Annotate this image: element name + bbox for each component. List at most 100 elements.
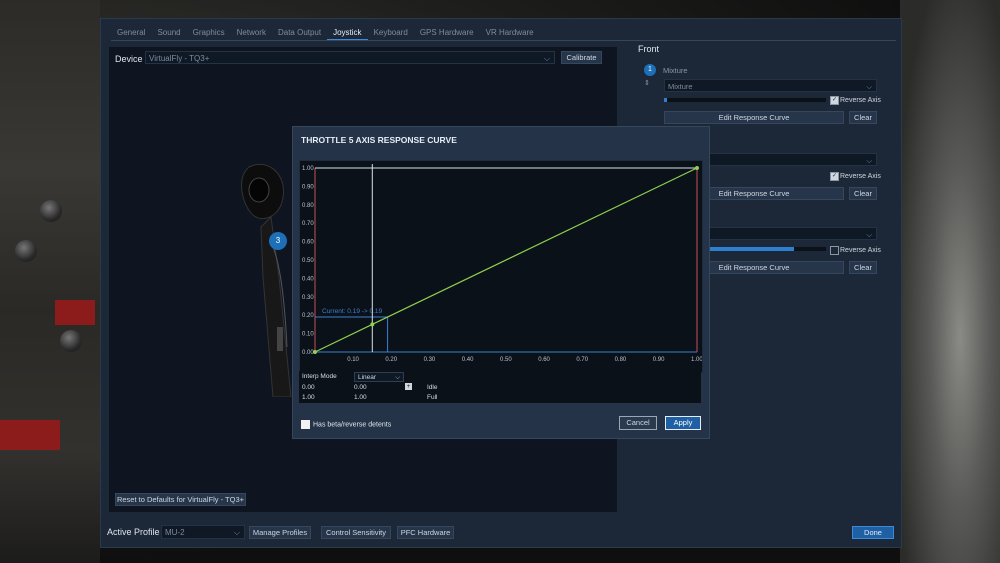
tab-data-output[interactable]: Data Output <box>272 26 327 40</box>
x-tick-label: 0.60 <box>538 357 550 363</box>
y-tick-label: 0.40 <box>302 276 314 282</box>
cockpit-red-panel <box>55 300 95 325</box>
axis-level-bar <box>664 98 826 102</box>
y-tick-label: 0.60 <box>302 240 314 246</box>
x-tick-label: 0.40 <box>462 357 474 363</box>
axis-level-fill <box>664 98 668 102</box>
apply-button[interactable]: Apply <box>665 416 701 430</box>
x-tick-label: 0.90 <box>653 357 665 363</box>
active-profile-select[interactable]: MU-2 ⌵ <box>161 525 245 539</box>
done-button[interactable]: Done <box>852 526 894 539</box>
tab-graphics[interactable]: Graphics <box>187 26 231 40</box>
x-tick-label: 0.20 <box>385 357 397 363</box>
chevron-down-icon: ⌵ <box>395 374 400 381</box>
y-tick-label: 0.80 <box>302 203 314 209</box>
cockpit-red-panel <box>0 420 60 450</box>
beta-detents-checkbox[interactable] <box>301 420 310 429</box>
clear-button[interactable]: Clear <box>849 261 877 274</box>
reverse-axis-checkbox[interactable] <box>830 246 839 255</box>
y-tick-label: 0.10 <box>302 332 314 338</box>
tab-sound[interactable]: Sound <box>151 26 186 40</box>
reverse-axis-label: Reverse Axis <box>840 247 881 254</box>
clear-button[interactable]: Clear <box>849 187 877 200</box>
point-input-value[interactable]: 1.00 <box>302 394 315 401</box>
right-panel-title: Front <box>638 44 660 54</box>
interp-mode-select[interactable]: Linear ⌵ <box>354 372 404 382</box>
response-curve-plot[interactable]: Current: 0.19 -> 0.19 1.00 0.90 0.80 0.70 0.6… <box>300 161 702 372</box>
x-tick-label: 0.50 <box>500 357 512 363</box>
curve-point <box>695 166 699 170</box>
tab-general[interactable]: General <box>111 26 151 40</box>
cancel-button[interactable]: Cancel <box>619 416 657 430</box>
interp-mode-value: Linear <box>358 374 377 381</box>
reverse-axis-label: Reverse Axis <box>840 97 881 104</box>
settings-tabs: General Sound Graphics Network Data Outp… <box>111 26 540 40</box>
y-tick-label: 0.90 <box>302 184 314 190</box>
chevron-down-icon: ⌵ <box>866 82 872 91</box>
current-point <box>370 322 375 327</box>
x-tick-label: 0.10 <box>347 357 359 363</box>
beta-detents-label: Has beta/reverse detents <box>313 421 392 429</box>
reverse-axis-checkbox[interactable]: ✓ <box>830 96 839 105</box>
point-input-value[interactable]: 0.00 <box>302 384 315 391</box>
y-tick-label: 0.20 <box>302 313 314 319</box>
tab-joystick[interactable]: Joystick <box>327 26 368 40</box>
point-output-value[interactable]: 0.00 <box>354 384 367 391</box>
x-tick-label: 0.30 <box>424 357 436 363</box>
response-curve-chart[interactable]: Current: 0.19 -> 0.19 1.00 0.90 0.80 0.70 0.6… <box>299 160 703 373</box>
pfc-hardware-button[interactable]: PFC Hardware <box>397 526 454 539</box>
point-output-value[interactable]: 1.00 <box>354 394 367 401</box>
cockpit-background-right <box>900 0 1000 563</box>
active-profile-value: MU-2 <box>165 528 185 537</box>
curve-points-table: Interp Mode Linear ⌵ 0.00 0.00 + Idle 1.… <box>299 371 701 403</box>
axis-function-select[interactable]: Mixture ⌵ <box>664 79 877 92</box>
tab-divider <box>111 40 896 41</box>
add-point-icon[interactable]: + <box>405 383 412 390</box>
tab-keyboard[interactable]: Keyboard <box>368 26 414 40</box>
y-tick-label: 0.30 <box>302 295 314 301</box>
reorder-arrows-icon[interactable]: ⇕ <box>644 79 650 87</box>
chevron-down-icon: ⌵ <box>233 528 240 537</box>
y-tick-label: 0.00 <box>302 350 314 356</box>
control-sensitivity-button[interactable]: Control Sensitivity <box>321 526 391 539</box>
device-label: Device <box>115 54 143 64</box>
response-curve-dialog: THROTTLE 5 AXIS RESPONSE CURVE Current: … <box>292 126 710 439</box>
y-tick-label: 0.70 <box>302 221 314 227</box>
cockpit-knob <box>15 240 37 262</box>
tab-network[interactable]: Network <box>231 26 272 40</box>
profile-bar: Active Profile MU-2 ⌵ Manage Profiles Co… <box>107 525 897 541</box>
cockpit-knob <box>60 330 82 352</box>
chevron-down-icon: ⌵ <box>543 54 550 63</box>
beta-detents-option[interactable]: Has beta/reverse detents <box>301 420 391 429</box>
calibrate-button[interactable]: Calibrate <box>561 51 602 64</box>
device-select[interactable]: VirtualFly - TQ3+ ⌵ <box>145 51 555 64</box>
throttle-axis-badge[interactable]: 3 <box>269 232 287 250</box>
chevron-down-icon: ⌵ <box>866 156 872 165</box>
y-tick-label: 0.50 <box>302 258 314 264</box>
device-select-value: VirtualFly - TQ3+ <box>149 54 210 63</box>
cockpit-knob <box>40 200 62 222</box>
axis-function-value: Mixture <box>668 82 693 91</box>
point-name[interactable]: Idle <box>427 384 437 391</box>
cockpit-background-left <box>0 0 100 563</box>
reset-defaults-button[interactable]: Reset to Defaults for VirtualFly - TQ3+ <box>115 493 246 506</box>
interp-mode-label: Interp Mode <box>302 373 337 380</box>
reverse-axis-checkbox[interactable]: ✓ <box>830 172 839 181</box>
tab-vr-hardware[interactable]: VR Hardware <box>480 26 540 40</box>
dialog-title: THROTTLE 5 AXIS RESPONSE CURVE <box>301 135 457 145</box>
edit-response-curve-button[interactable]: Edit Response Curve <box>664 111 844 124</box>
tab-gps-hardware[interactable]: GPS Hardware <box>414 26 480 40</box>
current-value-label: Current: 0.19 -> 0.19 <box>322 308 383 315</box>
active-profile-label: Active Profile <box>107 527 160 537</box>
reverse-axis-label: Reverse Axis <box>840 173 881 180</box>
axis-name-label: Mixture <box>663 66 688 75</box>
chevron-down-icon: ⌵ <box>866 230 872 239</box>
point-name[interactable]: Full <box>427 394 437 401</box>
y-tick-label: 1.00 <box>302 166 314 172</box>
clear-button[interactable]: Clear <box>849 111 877 124</box>
x-tick-label: 0.70 <box>576 357 588 363</box>
x-tick-label: 1.00 <box>691 357 702 363</box>
x-tick-label: 0.80 <box>615 357 627 363</box>
axis-number-badge: 1 <box>644 64 656 76</box>
manage-profiles-button[interactable]: Manage Profiles <box>249 526 311 539</box>
